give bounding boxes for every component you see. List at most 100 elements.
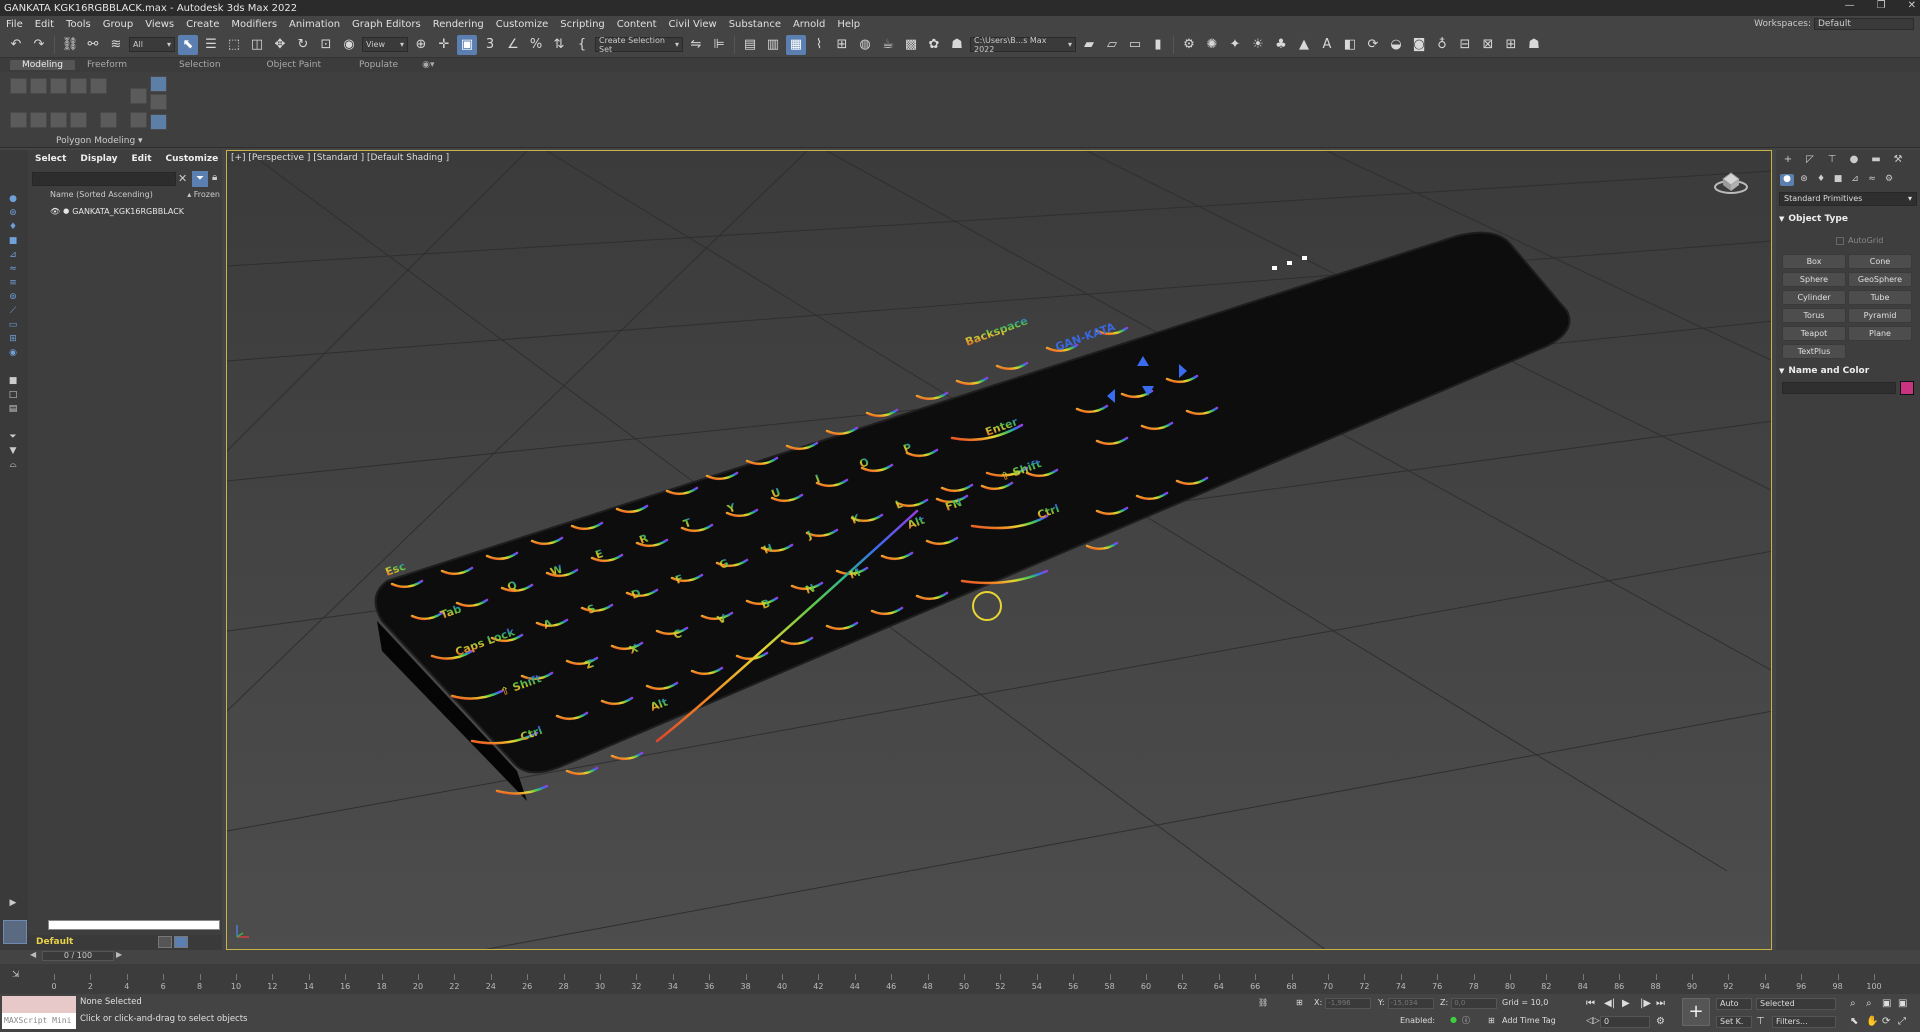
menu-graph-editors[interactable]: Graph Editors [346, 19, 427, 30]
vertex-mode-icon[interactable] [10, 78, 27, 94]
environment-icon[interactable]: ◒ [1386, 35, 1406, 55]
display-hidden-icon[interactable]: ◉ [6, 348, 20, 360]
menu-edit[interactable]: Edit [29, 19, 60, 30]
time-tag-icon[interactable]: ⊞ [1488, 1016, 1495, 1025]
menu-views[interactable]: Views [139, 19, 180, 30]
pin-stack-icon[interactable] [150, 114, 167, 130]
ignore-backfacing-icon[interactable] [50, 112, 67, 128]
quick-render-icon[interactable]: ⊟ [1455, 35, 1475, 55]
auto-key-button[interactable]: Auto [1716, 998, 1752, 1010]
render-teapot-icon[interactable]: ☗ [947, 35, 967, 55]
box-button[interactable]: Box [1782, 254, 1846, 269]
torus-button[interactable]: Torus [1782, 308, 1846, 323]
rectangular-selection-icon[interactable]: ⬚ [224, 35, 244, 55]
zoom-all-icon[interactable]: ⌕ [1866, 998, 1872, 1009]
scene-search-input[interactable] [32, 172, 176, 186]
isolate-selection-icon[interactable]: ⛓ [1258, 998, 1268, 1007]
geosphere-button[interactable]: GeoSphere [1848, 272, 1912, 287]
se-menu-customize[interactable]: Customize [159, 154, 226, 168]
viewport-label[interactable]: [+] [Perspective ] [Standard ] [Default … [231, 153, 449, 163]
tab-modeling[interactable]: Modeling [10, 60, 75, 70]
display-bones-icon[interactable]: ⟋ [6, 306, 20, 318]
workspace-selector[interactable]: Workspaces: Default [1754, 18, 1914, 30]
field-of-view-icon[interactable]: ⬉ [1850, 1016, 1858, 1027]
show-end-result-icon[interactable] [30, 112, 47, 128]
window-crossing-icon[interactable]: ◫ [247, 35, 267, 55]
repeat-last-icon[interactable] [70, 112, 87, 128]
named-selection-set-dropdown[interactable]: Create Selection Set ▾ [595, 36, 683, 54]
project-folder-icon[interactable]: ▰ [1079, 35, 1099, 55]
modify-mode-icon[interactable] [150, 76, 167, 92]
display-spacewarps-icon[interactable]: ≈ [6, 264, 20, 276]
quickslice-icon[interactable] [100, 112, 117, 128]
close-button[interactable]: ✕ [1908, 0, 1916, 11]
render-setup-icon[interactable]: ☕ [878, 35, 898, 55]
display-frozen-icon[interactable]: ⊞ [6, 334, 20, 346]
clear-search-icon[interactable]: ✕ [178, 172, 187, 185]
edit-named-selection-icon[interactable]: { [572, 35, 592, 55]
filter-toggle-icon[interactable]: ⏷ [192, 171, 208, 187]
percent-snap-icon[interactable]: % [526, 35, 546, 55]
viewcube-icon[interactable] [1713, 167, 1749, 195]
scale-icon[interactable]: ⊡ [316, 35, 336, 55]
plant-icon[interactable]: ♣ [1271, 35, 1291, 55]
pivot-point-icon[interactable]: ⊕ [411, 35, 431, 55]
object-color-swatch[interactable] [1900, 381, 1914, 395]
track-bar-ruler[interactable]: 0 2 4 6 8 10 12 14 16 18 20 22 24 26 28 30 32 34 36 38 40 42 4… [50, 964, 1890, 994]
place-icon[interactable]: ◉ [339, 35, 359, 55]
perspective-viewport[interactable]: Esc Tab Caps Lock ⇧ Shift Ctrl Q W E R T… [226, 150, 1772, 950]
angle-snap-icon[interactable]: ∠ [503, 35, 523, 55]
layer-toggle-button[interactable] [3, 920, 27, 944]
border-mode-icon[interactable] [50, 78, 67, 94]
x-value-field[interactable]: -1,996 [1325, 998, 1372, 1009]
enabled-indicator-icon[interactable]: ● [1450, 1015, 1457, 1024]
se-menu-edit[interactable]: Edit [125, 154, 159, 168]
teapot-icon[interactable]: ☗ [1524, 35, 1544, 55]
geometry-category-icon[interactable]: ● [1780, 174, 1794, 186]
time-slider-next-icon[interactable]: ▶ [116, 950, 122, 959]
menu-file[interactable]: File [0, 19, 29, 30]
bind-spacewarp-icon[interactable]: ≋ [106, 35, 126, 55]
name-and-color-rollout[interactable]: ▼ Name and Color [1779, 366, 1917, 376]
rotate-icon[interactable]: ↻ [293, 35, 313, 55]
menu-civil-view[interactable]: Civil View [663, 19, 723, 30]
next-frame-icon[interactable]: |▶ [1640, 998, 1651, 1009]
menu-modifiers[interactable]: Modifiers [225, 19, 283, 30]
sphere-button[interactable]: Sphere [1782, 272, 1846, 287]
selection-set-dropdown[interactable]: Selected [1756, 998, 1836, 1010]
render-production-icon[interactable]: ✿ [924, 35, 944, 55]
textplus-button[interactable]: TextPlus [1782, 344, 1846, 359]
menu-group[interactable]: Group [97, 19, 139, 30]
set-key-big-button[interactable]: + [1682, 998, 1710, 1026]
display-xrefs-icon[interactable]: ⊚ [6, 292, 20, 304]
display-none-icon[interactable]: □ [6, 390, 20, 402]
menu-tools[interactable]: Tools [60, 19, 97, 30]
scene-explorer-icon[interactable]: ▤ [740, 35, 760, 55]
filter-icon[interactable]: ⏷ [6, 432, 20, 444]
key-filters-button[interactable]: Filters... [1772, 1016, 1836, 1028]
cylinder-button[interactable]: Cylinder [1782, 290, 1846, 305]
key-filters-icon[interactable]: ⊤ [1756, 1016, 1765, 1027]
zoom-extents-all-icon[interactable]: ▣ [1898, 998, 1907, 1009]
maximize-viewport-icon[interactable]: ⤢ [1898, 1016, 1906, 1027]
teapot-button[interactable]: Teapot [1782, 326, 1846, 341]
utilities-tab-icon[interactable]: ⚒ [1890, 154, 1906, 168]
tab-freeform[interactable]: Freeform [75, 60, 139, 70]
visibility-eye-icon[interactable]: 👁︎ [50, 207, 60, 216]
tab-object-paint[interactable]: Object Paint [233, 60, 333, 70]
folder-save-icon[interactable]: ▮ [1148, 35, 1168, 55]
pan-icon[interactable]: ✋ [1866, 1016, 1878, 1027]
folder-up-icon[interactable]: ▭ [1125, 35, 1145, 55]
object-name-field[interactable] [1782, 382, 1896, 394]
list-item[interactable]: 👁︎ ● GANKATA_KGK16RGBBLACK [50, 205, 222, 217]
lock-icon[interactable]: 🔒︎ [212, 172, 217, 183]
object-type-rollout[interactable]: ▼ Object Type [1779, 214, 1917, 224]
select-object-icon[interactable]: ⬉ [178, 34, 198, 55]
zoom-icon[interactable]: ⌕ [1850, 998, 1856, 1009]
viewport-layout-icon[interactable]: ⊠ [1478, 35, 1498, 55]
time-slider-prev-icon[interactable]: ◀ [30, 950, 36, 959]
display-cameras-icon[interactable]: ■ [6, 236, 20, 248]
create-tab-icon[interactable]: + [1780, 154, 1796, 168]
plane-button[interactable]: Plane [1848, 326, 1912, 341]
set-key-button[interactable]: Set K. [1716, 1016, 1752, 1028]
